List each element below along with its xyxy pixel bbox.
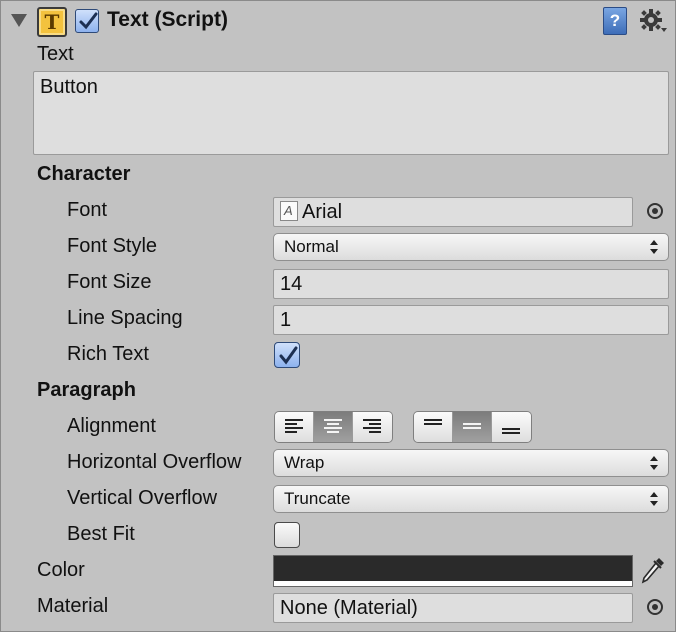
alignment-label: Alignment bbox=[67, 415, 156, 437]
align-left-icon bbox=[285, 419, 303, 433]
font-object-picker-icon[interactable] bbox=[647, 203, 663, 219]
font-style-label: Font Style bbox=[67, 235, 158, 257]
align-top-icon bbox=[424, 419, 442, 425]
align-middle-button[interactable] bbox=[453, 412, 492, 442]
eyedropper-icon[interactable] bbox=[639, 555, 667, 587]
vertical-overflow-dropdown[interactable]: Truncate bbox=[273, 485, 669, 513]
horizontal-overflow-value: Wrap bbox=[284, 453, 325, 472]
align-bottom-icon bbox=[502, 428, 520, 434]
align-left-button[interactable] bbox=[275, 412, 314, 442]
align-center-button[interactable] bbox=[314, 412, 353, 442]
material-field[interactable]: None (Material) bbox=[273, 593, 633, 623]
rich-text-label: Rich Text bbox=[67, 343, 149, 365]
gear-icon[interactable] bbox=[639, 6, 669, 36]
component-title[interactable]: Text (Script) bbox=[107, 8, 228, 32]
font-style-dropdown[interactable]: Normal bbox=[273, 233, 669, 261]
inspector-panel: T Text (Script) ? Text Button Character … bbox=[0, 0, 676, 632]
font-label: Font bbox=[67, 199, 108, 221]
help-book-icon[interactable]: ? bbox=[603, 7, 627, 35]
font-style-value: Normal bbox=[284, 237, 339, 256]
font-field[interactable]: A Arial bbox=[273, 197, 633, 227]
text-component-icon: T bbox=[37, 7, 67, 37]
color-label: Color bbox=[37, 559, 85, 581]
align-right-button[interactable] bbox=[353, 412, 392, 442]
align-top-button[interactable] bbox=[414, 412, 453, 442]
text-label: Text bbox=[37, 43, 74, 65]
dropdown-arrows-icon bbox=[650, 240, 658, 254]
font-asset-icon: A bbox=[280, 201, 298, 221]
text-input[interactable]: Button bbox=[33, 71, 669, 155]
horizontal-overflow-label: Horizontal Overflow bbox=[67, 451, 242, 473]
font-value: Arial bbox=[302, 201, 343, 223]
rich-text-checkbox[interactable] bbox=[274, 342, 300, 368]
line-spacing-input[interactable]: 1 bbox=[273, 305, 669, 335]
dropdown-arrows-icon bbox=[650, 456, 658, 470]
character-heading: Character bbox=[37, 163, 131, 185]
component-enabled-checkbox[interactable] bbox=[75, 9, 99, 33]
best-fit-label: Best Fit bbox=[67, 523, 135, 545]
line-spacing-label: Line Spacing bbox=[67, 307, 183, 329]
color-field[interactable] bbox=[273, 555, 633, 587]
component-header: T Text (Script) ? bbox=[1, 1, 676, 41]
material-label: Material bbox=[37, 595, 109, 617]
best-fit-checkbox[interactable] bbox=[274, 522, 300, 548]
align-bottom-button[interactable] bbox=[492, 412, 531, 442]
horizontal-alignment-group bbox=[274, 411, 393, 443]
align-right-icon bbox=[363, 419, 381, 433]
paragraph-heading: Paragraph bbox=[37, 379, 136, 401]
font-size-input[interactable]: 14 bbox=[273, 269, 669, 299]
align-middle-icon bbox=[463, 423, 481, 429]
dropdown-arrows-icon bbox=[650, 492, 658, 506]
foldout-triangle-icon[interactable] bbox=[11, 14, 27, 27]
font-size-label: Font Size bbox=[67, 271, 152, 293]
vertical-overflow-label: Vertical Overflow bbox=[67, 487, 218, 509]
vertical-alignment-group bbox=[413, 411, 532, 443]
material-object-picker-icon[interactable] bbox=[647, 599, 663, 615]
horizontal-overflow-dropdown[interactable]: Wrap bbox=[273, 449, 669, 477]
align-center-icon bbox=[324, 419, 342, 433]
vertical-overflow-value: Truncate bbox=[284, 489, 351, 508]
